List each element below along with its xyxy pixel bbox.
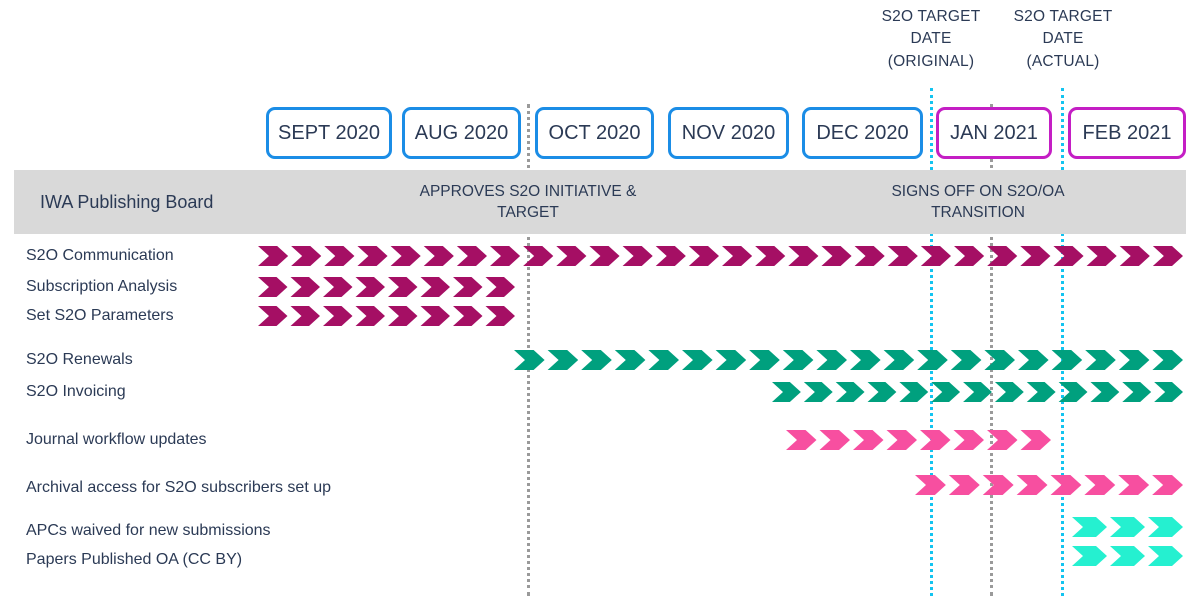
month-pill-label: FEB 2021 [1082, 121, 1172, 144]
task-bar-subscription-analysis [258, 277, 518, 297]
task-bar-s2o-renewals [514, 350, 1186, 370]
task-label-s2o-renewals: S2O Renewals [26, 351, 133, 368]
task-label-papers-published-oa: Papers Published OA (CC BY) [26, 551, 243, 568]
board-band-title: IWA Publishing Board [40, 192, 214, 212]
s2o-target-date-original-line: S2O TARGET [881, 8, 981, 25]
s2o-target-date-actual: S2O TARGET DATE (ACTUAL) [992, 6, 1134, 73]
s2o-target-date-actual-line: S2O TARGET [1013, 8, 1113, 25]
month-pill-nov-2020[interactable]: NOV 2020 [668, 107, 789, 159]
s2o-target-date-actual-line: DATE [1042, 30, 1084, 48]
guide-cyan-actual [1061, 88, 1064, 596]
board-note-approves-line: APPROVES S2O INITIATIVE & [419, 183, 637, 200]
task-bar-set-s2o-parameters [258, 306, 518, 326]
month-pill-oct-2020[interactable]: OCT 2020 [535, 107, 654, 159]
s2o-target-date-original-line: (ORIGINAL) [887, 52, 975, 70]
board-note-approves: APPROVES S2O INITIATIVE & TARGET [384, 181, 672, 224]
task-label-apcs-waived: APCs waived for new submissions [26, 522, 271, 539]
board-note-signs-off-line: TRANSITION [931, 204, 1025, 222]
s2o-target-date-original-line: DATE [910, 30, 952, 48]
month-pill-aug-2020[interactable]: AUG 2020 [402, 107, 521, 159]
task-label-subscription-analysis: Subscription Analysis [26, 278, 178, 295]
month-pill-jan-2021[interactable]: JAN 2021 [936, 107, 1052, 159]
task-label-set-s2o-parameters: Set S2O Parameters [26, 307, 174, 324]
task-bar-archival-access [915, 475, 1186, 495]
s2o-target-date-actual-line: (ACTUAL) [1026, 52, 1100, 70]
month-pill-label: OCT 2020 [548, 121, 641, 144]
task-bar-s2o-communication [258, 246, 1186, 266]
month-pill-dec-2020[interactable]: DEC 2020 [802, 107, 923, 159]
board-note-signs-off-line: SIGNS OFF ON S2O/OA [891, 183, 1065, 200]
task-label-s2o-invoicing: S2O Invoicing [26, 383, 126, 400]
task-label-s2o-communication: S2O Communication [26, 247, 174, 264]
task-label-journal-workflow-updates: Journal workflow updates [26, 431, 207, 448]
task-bar-journal-workflow-updates [786, 430, 1054, 450]
month-pill-feb-2021[interactable]: FEB 2021 [1068, 107, 1186, 159]
task-bar-s2o-invoicing [772, 382, 1186, 402]
guide-cyan-original [930, 88, 933, 596]
board-note-signs-off: SIGNS OFF ON S2O/OA TRANSITION [856, 181, 1100, 224]
month-pill-label: SEPT 2020 [278, 121, 380, 144]
s2o-target-date-original: S2O TARGET DATE (ORIGINAL) [860, 6, 1002, 73]
month-pill-label: DEC 2020 [816, 121, 909, 144]
task-bar-papers-published-oa [1072, 546, 1186, 566]
task-label-archival-access: Archival access for S2O subscribers set … [26, 479, 332, 496]
iwa-publishing-board-band: IWA Publishing Board APPROVES S2O INITIA… [14, 170, 1186, 234]
month-pill-label: NOV 2020 [681, 121, 776, 144]
month-pill-label: JAN 2021 [950, 121, 1038, 144]
timeline-canvas: S2O TARGET DATE (ORIGINAL) S2O TARGET DATE (A… [0, 0, 1200, 604]
month-pill-label: AUG 2020 [414, 121, 509, 144]
board-note-approves-line: TARGET [497, 204, 559, 222]
task-bar-apcs-waived [1072, 517, 1186, 537]
month-pill-sept-2020[interactable]: SEPT 2020 [266, 107, 392, 159]
